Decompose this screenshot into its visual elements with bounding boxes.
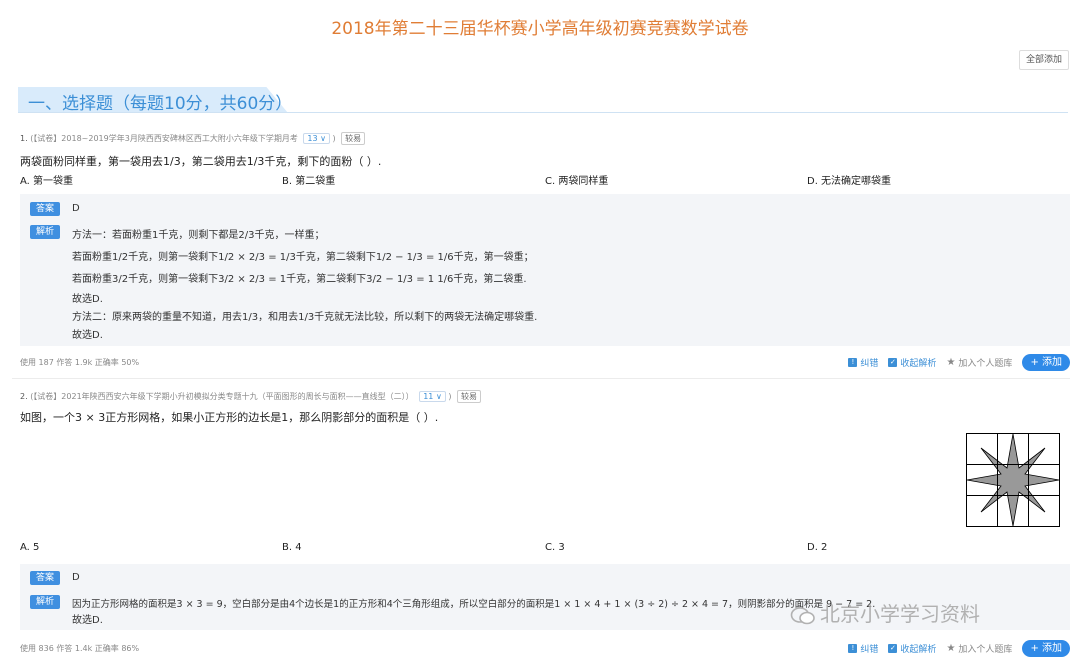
analysis-line: 故选D. (72, 330, 103, 341)
question-1-meta: 1. (【试卷】2018~2019学年3月陕西西安碑林区西工大附小六年级下学期月… (20, 132, 366, 145)
question-number: 1. (20, 134, 28, 143)
section-banner: 一、选择题（每题10分，共60分） (18, 87, 298, 114)
flag-icon: ! (848, 643, 858, 653)
add-button[interactable]: + 添加 (1022, 353, 1070, 371)
analysis-line: 故选D. (72, 294, 103, 305)
analysis-line: 故选D. (72, 615, 103, 626)
add-personal-bank-button[interactable]: ★ 加入个人题库 (946, 356, 1012, 369)
usage-chip[interactable]: 11 ∨ (419, 391, 446, 402)
collapse-analysis-button[interactable]: ✓ 收起解析 (888, 356, 936, 369)
collapse-label: 收起解析 (900, 358, 937, 369)
check-icon: ✓ (888, 643, 898, 653)
flag-icon: ! (848, 357, 858, 367)
option-d: D. 2 (807, 542, 828, 553)
option-c: C. 两袋同样重 (545, 176, 609, 187)
question-divider (12, 378, 1070, 379)
question-2-actions: ! 纠错 ✓ 收起解析 ★ 加入个人题库 + 添加 (848, 639, 1070, 657)
answer-value: D (72, 203, 80, 214)
wechat-icon (790, 606, 815, 624)
shaded-star (966, 433, 1060, 527)
option-b: B. 4 (282, 542, 302, 553)
answer-tag: 答案 (30, 571, 60, 585)
analysis-tag: 解析 (30, 595, 60, 609)
watermark-text: 北京小学学习资料 (820, 602, 980, 626)
answer-tag: 答案 (30, 202, 60, 216)
analysis-line: 若面粉重3/2千克，则第一袋剩下3/2 × 2/3 = 1千克，第二袋剩下3/2… (72, 274, 527, 285)
question-source[interactable]: (【试卷】2018~2019学年3月陕西西安碑林区西工大附小六年级下学期月考 (30, 134, 298, 143)
option-a: A. 5 (20, 542, 40, 553)
analysis-tag: 解析 (30, 225, 60, 239)
difficulty-badge: 较易 (457, 390, 482, 403)
analysis-line: 若面粉重1/2千克，则第一袋剩下1/2 × 2/3 = 1/3千克，第二袋剩下1… (72, 252, 534, 263)
collapse-label: 收起解析 (900, 644, 937, 655)
star-icon: ★ (946, 356, 956, 368)
correct-button[interactable]: ! 纠错 (848, 356, 878, 369)
page-title: 2018年第二十三届华杯赛小学高年级初赛竞赛数学试卷 (331, 19, 749, 39)
star-icon: ★ (946, 642, 956, 654)
star-grid-figure (966, 433, 1060, 527)
option-d: D. 无法确定哪袋重 (807, 176, 892, 187)
section-divider (18, 112, 1068, 113)
add-button[interactable]: + 添加 (1022, 639, 1070, 657)
collapse-analysis-button[interactable]: ✓ 收起解析 (888, 642, 936, 655)
question-source[interactable]: (【试卷】2021年陕西西安六年级下学期小升初模拟分类专题十九（平面图形的周长与… (30, 392, 413, 401)
analysis-line: 方法二：原来两袋的重量不知道，用去1/3，和用去1/3千克就无法比较，所以剩下的… (72, 312, 538, 323)
personal-label: 加入个人题库 (958, 644, 1013, 655)
add-all-button[interactable]: 全部添加 (1019, 50, 1069, 70)
answer-panel-1: 答案 D 解析 方法一：若面粉重1千克，则剩下都是2/3千克，一样重； 若面粉重… (20, 194, 1070, 346)
question-2-stem: 如图，一个3 × 3正方形网格，如果小正方形的边长是1，那么阴影部分的面积是（ … (20, 411, 439, 424)
check-icon: ✓ (888, 357, 898, 367)
section-title: 一、选择题（每题10分，共60分） (28, 94, 293, 114)
question-2-stats: 使用 836 作答 1.4k 正确率 86% (20, 644, 140, 653)
analysis-line: 方法一：若面粉重1千克，则剩下都是2/3千克，一样重； (72, 230, 325, 241)
watermark: 北京小学学习资料 (790, 598, 980, 627)
question-1-stem: 两袋面粉同样重，第一袋用去1/3，第二袋用去1/3千克，剩下的面粉（ ）. (20, 155, 382, 168)
difficulty-badge: 较易 (341, 132, 366, 145)
answer-value: D (72, 572, 80, 583)
question-2-meta: 2. (【试卷】2021年陕西西安六年级下学期小升初模拟分类专题十九（平面图形的… (20, 390, 482, 403)
correct-button[interactable]: ! 纠错 (848, 642, 878, 655)
correct-label: 纠错 (860, 644, 879, 655)
question-1-stats: 使用 187 作答 1.9k 正确率 50% (20, 358, 140, 367)
usage-chip[interactable]: 13 ∨ (303, 133, 330, 144)
add-personal-bank-button[interactable]: ★ 加入个人题库 (946, 642, 1012, 655)
question-1-actions: ! 纠错 ✓ 收起解析 ★ 加入个人题库 + 添加 (848, 353, 1070, 371)
option-a: A. 第一袋重 (20, 176, 74, 187)
question-number: 2. (20, 392, 28, 401)
correct-label: 纠错 (860, 358, 879, 369)
personal-label: 加入个人题库 (958, 358, 1013, 369)
option-b: B. 第二袋重 (282, 176, 336, 187)
analysis-line: 因为正方形网格的面积是3 × 3 = 9，空白部分是由4个边长是1的正方形和4个… (72, 599, 876, 610)
option-c: C. 3 (545, 542, 565, 553)
